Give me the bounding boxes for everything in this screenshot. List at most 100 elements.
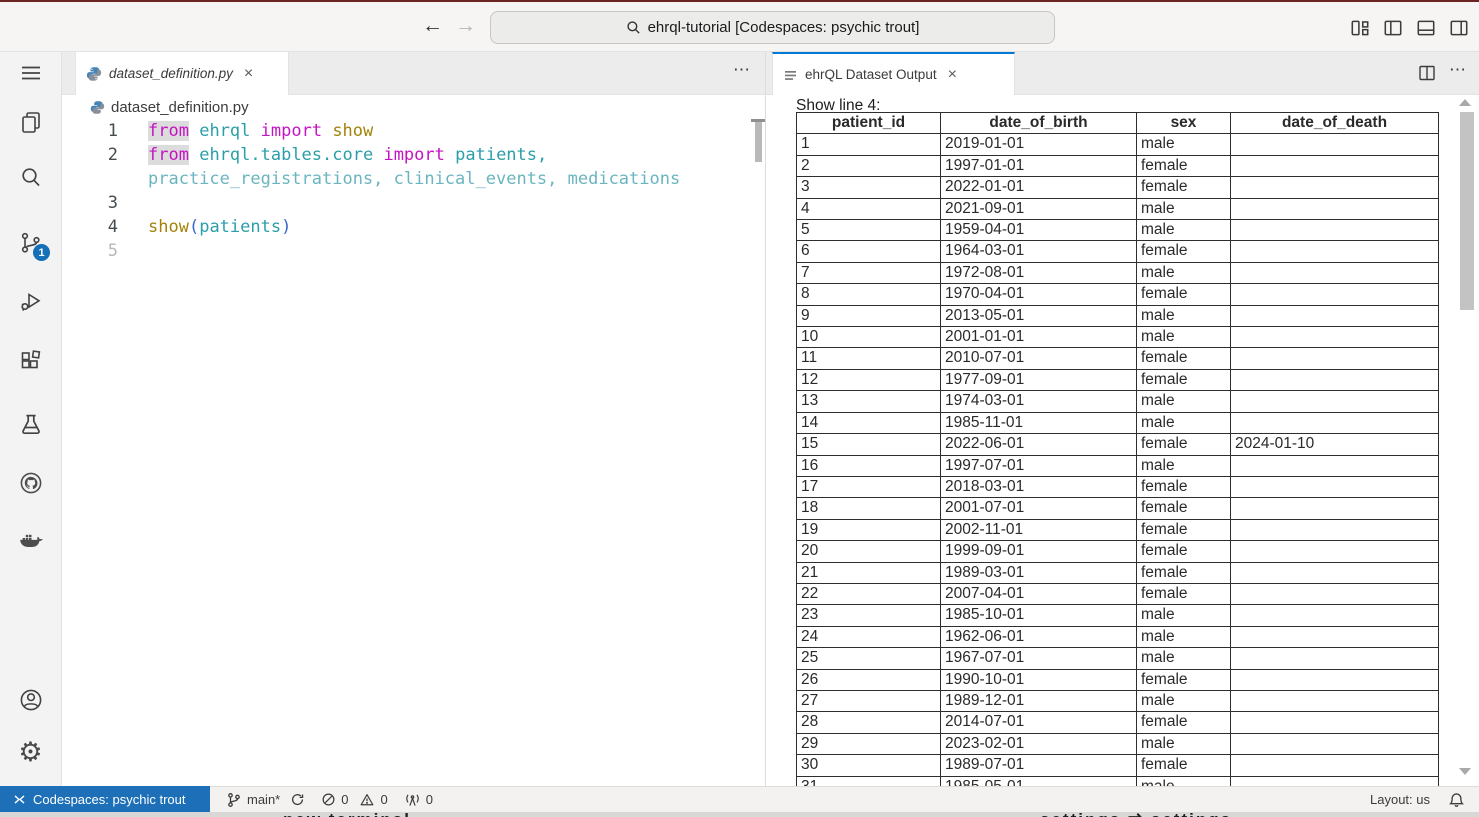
table-cell [1231,391,1439,412]
table-cell: 19 [797,519,941,540]
toggle-primary-sidebar-icon[interactable] [1382,17,1404,39]
table-cell: 20 [797,541,941,562]
toggle-secondary-sidebar-icon[interactable] [1448,17,1470,39]
table-cell: 1959-04-01 [941,220,1137,241]
code-editor[interactable]: 1from ehrql import show2from ehrql.table… [62,119,765,786]
table-cell: female [1137,155,1231,176]
table-cell: male [1137,305,1231,326]
title-bar: ← → ehrql-tutorial [Codespaces: psychic … [0,0,1479,52]
sync-icon [290,792,305,807]
table-cell: 2001-07-01 [941,498,1137,519]
table-cell: 1985-10-01 [941,605,1137,626]
table-row: 222007-04-01female [797,583,1439,604]
close-tab-icon[interactable]: × [948,68,957,82]
settings-gear-icon[interactable]: ⚙ [0,740,61,766]
bell-icon[interactable] [1448,791,1465,809]
table-cell: 2013-05-01 [941,305,1137,326]
scrollbar-down-arrow-icon[interactable] [1459,768,1471,775]
branch-status[interactable]: main* [226,792,305,808]
github-icon[interactable] [0,470,61,496]
table-cell: 1999-09-01 [941,541,1137,562]
table-cell [1231,626,1439,647]
testing-flask-icon[interactable] [0,412,61,438]
remote-indicator[interactable]: Codespaces: psychic trout [0,786,210,812]
table-cell: 21 [797,562,941,583]
python-file-icon [86,66,102,82]
table-cell: male [1137,605,1231,626]
tab-label: dataset_definition.py [109,66,233,81]
table-body: 12019-01-01male21997-01-01female32022-01… [797,134,1439,786]
warnings-icon [359,792,375,807]
table-cell [1231,241,1439,262]
table-cell: 9 [797,305,941,326]
explorer-icon[interactable] [0,109,61,135]
errors-icon [321,792,336,807]
column-header: patient_id [797,113,941,134]
dataset-table: patient_iddate_of_birthsexdate_of_death … [796,112,1439,786]
editor-scrollbar-thumb[interactable] [755,122,762,162]
table-cell: female [1137,583,1231,604]
table-cell: female [1137,519,1231,540]
run-debug-icon[interactable] [0,289,61,315]
table-cell: male [1137,198,1231,219]
tab-ehrql-dataset-output[interactable]: ehrQL Dataset Output × [772,52,1015,95]
table-cell [1231,755,1439,776]
customize-layout-icon[interactable] [1349,17,1371,39]
table-cell: female [1137,476,1231,497]
panel-scrollbar-thumb[interactable] [1460,112,1474,310]
table-cell: 16 [797,455,941,476]
close-tab-icon[interactable]: × [244,67,253,81]
table-cell: 5 [797,220,941,241]
table-cell: 11 [797,348,941,369]
table-cell: 8 [797,284,941,305]
table-cell: female [1137,498,1231,519]
tab-dataset-definition[interactable]: dataset_definition.py × [75,52,289,95]
table-cell: 28 [797,712,941,733]
table-cell: female [1137,562,1231,583]
editor-more-actions-icon[interactable]: ⋯ [733,60,751,80]
code-line: practice_registrations, clinical_events,… [62,167,765,191]
table-cell: 6 [797,241,941,262]
table-cell: female [1137,177,1231,198]
command-center[interactable]: ehrql-tutorial [Codespaces: psychic trou… [490,11,1055,44]
breadcrumb[interactable]: dataset_definition.py [62,95,765,119]
table-cell: 3 [797,177,941,198]
table-cell [1231,155,1439,176]
menu-icon[interactable] [0,65,61,81]
table-cell: male [1137,134,1231,155]
table-cell: 1985-05-01 [941,776,1137,786]
table-cell [1231,455,1439,476]
code-lines: 1from ehrql import show2from ehrql.table… [62,119,765,263]
remote-label: Codespaces: psychic trout [33,792,185,807]
problems-status[interactable]: 0 0 [321,792,387,807]
table-row: 251967-07-01male [797,648,1439,669]
panel-more-actions-icon[interactable]: ⋯ [1449,60,1467,80]
docker-icon[interactable] [0,529,61,555]
table-cell [1231,712,1439,733]
table-row: 21997-01-01female [797,155,1439,176]
code-line: 2from ehrql.tables.core import patients, [62,143,765,167]
table-row: 61964-03-01female [797,241,1439,262]
ports-status[interactable]: 0 [404,792,433,808]
code-line: 3 [62,191,765,215]
accounts-icon[interactable] [0,687,61,713]
table-cell: female [1137,669,1231,690]
toggle-panel-icon[interactable] [1415,17,1437,39]
layout-indicator[interactable]: Layout: us [1370,792,1430,807]
table-cell [1231,369,1439,390]
source-control-icon[interactable] [0,230,61,256]
back-arrow-icon[interactable]: ← [422,14,443,38]
table-cell: 1989-03-01 [941,562,1137,583]
split-editor-icon[interactable] [1417,63,1437,83]
extensions-icon[interactable] [0,349,61,375]
table-cell: female [1137,755,1231,776]
scrollbar-up-arrow-icon[interactable] [1459,99,1471,106]
search-sidebar-icon[interactable] [0,165,61,191]
table-row: 261990-10-01female [797,669,1439,690]
table-cell [1231,262,1439,283]
table-cell: 23 [797,605,941,626]
table-cell [1231,648,1439,669]
tab-label: ehrQL Dataset Output [805,67,937,82]
forward-arrow-icon[interactable]: → [455,14,476,38]
table-cell: 13 [797,391,941,412]
